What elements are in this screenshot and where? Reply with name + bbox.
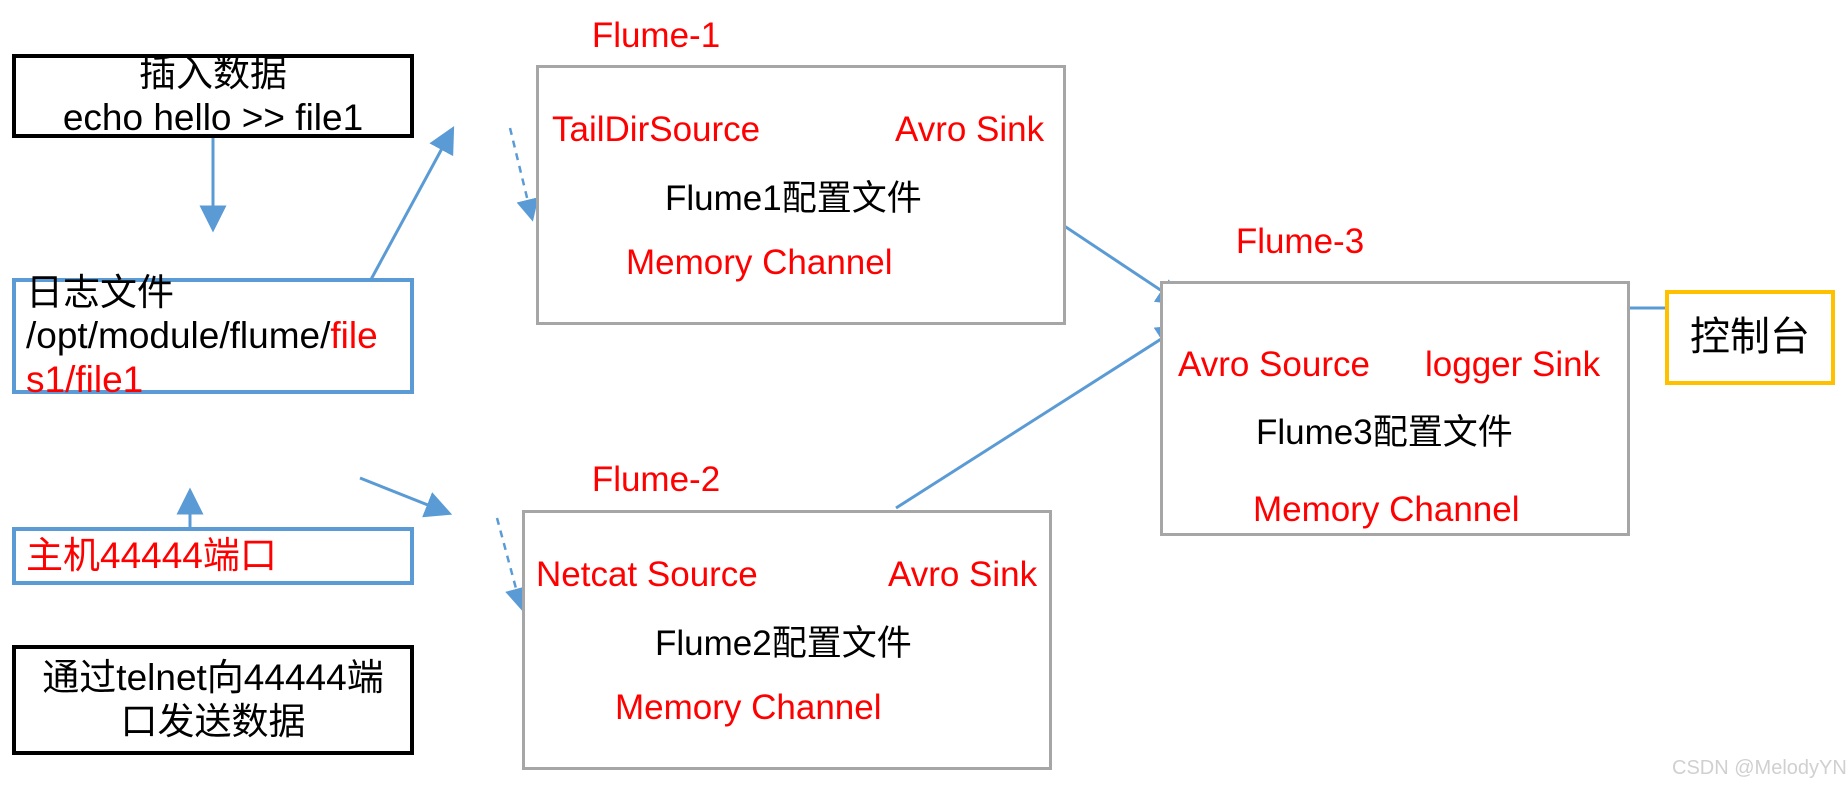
node-telnet-send[interactable]: 通过telnet向44444端 口发送数据 <box>12 645 414 755</box>
diagram-canvas: 插入数据 echo hello >> file1 日志文件 /opt/modul… <box>0 0 1847 789</box>
flume1-source-label: TailDirSource <box>552 110 761 149</box>
flume2-channel-label: Memory Channel <box>615 688 882 727</box>
insert-data-line2: echo hello >> file1 <box>62 97 364 138</box>
log-file-path-red: file <box>330 315 378 357</box>
flume2-source-label: Netcat Source <box>536 555 758 594</box>
edge-flume2-source-to-channel <box>495 517 527 611</box>
log-file-line1: 日志文件 <box>26 271 174 313</box>
node-insert-data[interactable]: 插入数据 echo hello >> file1 <box>12 53 414 138</box>
flume3-config-label: Flume3配置文件 <box>1256 413 1513 452</box>
telnet-line1: 通过telnet向44444端 <box>42 657 384 699</box>
telnet-line2: 口发送数据 <box>120 701 306 742</box>
flume2-title: Flume-2 <box>591 460 721 499</box>
flume1-channel-label: Memory Channel <box>626 243 893 282</box>
insert-data-line1: 插入数据 <box>139 53 287 95</box>
host-port-label: 主机44444端口 <box>26 535 277 577</box>
edge-flume1-source-to-channel <box>508 127 539 222</box>
flume1-sink-label: Avro Sink <box>895 110 1045 149</box>
edge-flume2-to-flume3 <box>895 324 1184 510</box>
console-label: 控制台 <box>1690 314 1810 359</box>
flume2-config-label: Flume2配置文件 <box>655 624 912 663</box>
flume1-title: Flume-1 <box>591 16 721 55</box>
log-file-line3: s1/file1 <box>26 358 144 400</box>
flume1-config-label: Flume1配置文件 <box>665 179 922 218</box>
edge-logfile-to-flume1 <box>366 126 455 286</box>
flume3-title: Flume-3 <box>1235 222 1365 261</box>
node-host-port[interactable]: 主机44444端口 <box>12 527 414 585</box>
flume3-source-label: Avro Source <box>1178 345 1370 384</box>
log-file-path: /opt/module/flume/file <box>26 314 378 358</box>
flume2-sink-label: Avro Sink <box>888 555 1038 594</box>
node-console[interactable]: 控制台 <box>1665 290 1835 385</box>
node-log-file[interactable]: 日志文件 /opt/module/flume/file s1/file1 <box>12 272 414 400</box>
log-file-path-black: /opt/module/flume/ <box>26 315 331 357</box>
watermark: CSDN @MelodyYN <box>1672 757 1847 779</box>
flume3-sink-label: logger Sink <box>1425 345 1601 384</box>
edge-hostport-to-flume2 <box>359 476 453 518</box>
flume3-channel-label: Memory Channel <box>1253 490 1520 529</box>
